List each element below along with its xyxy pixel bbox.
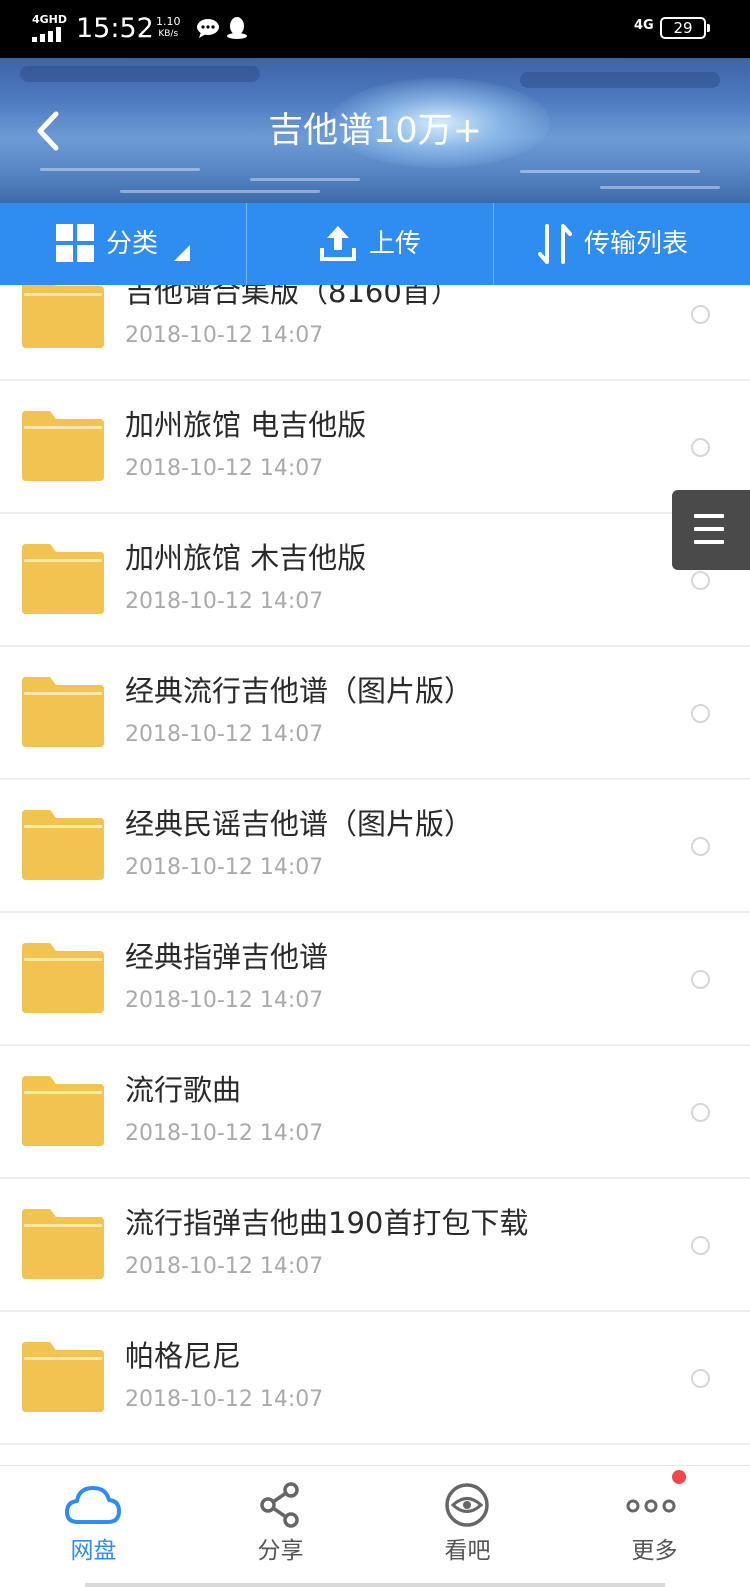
share-icon	[260, 1482, 299, 1528]
nav-watch[interactable]: 看吧	[374, 1466, 561, 1587]
file-date: 2018-10-12 14:07	[125, 456, 324, 481]
file-date: 2018-10-12 14:07	[125, 1387, 324, 1412]
status-bar: 4GHD 15:52 1.10 KB/s 4G 29	[0, 0, 750, 58]
file-date: 2018-10-12 14:07	[125, 988, 324, 1013]
file-name: 经典民谣吉他谱（图片版）	[125, 807, 474, 841]
upload-icon	[320, 226, 356, 261]
list-item[interactable]: 流行歌曲 2018-10-12 14:07	[0, 1046, 750, 1179]
floating-menu-button[interactable]	[672, 490, 750, 570]
select-radio[interactable]	[691, 704, 710, 723]
nav-share[interactable]: 分享	[187, 1466, 374, 1587]
folder-icon	[22, 411, 104, 481]
cloud-icon	[65, 1486, 121, 1524]
file-date: 2018-10-12 14:07	[125, 589, 324, 614]
file-date: 2018-10-12 14:07	[125, 1121, 324, 1146]
folder-icon	[22, 1342, 104, 1412]
list-item[interactable]: 加州旅馆 木吉他版 2018-10-12 14:07	[0, 514, 750, 647]
list-item[interactable]: 流行指弹吉他曲190首打包下载 2018-10-12 14:07	[0, 1179, 750, 1312]
list-item[interactable]: 加州旅馆 电吉他版 2018-10-12 14:07	[0, 381, 750, 514]
folder-icon	[22, 1076, 104, 1146]
file-date: 2018-10-12 14:07	[125, 722, 324, 747]
folder-icon	[22, 810, 104, 880]
signal-type: 4GHD	[32, 13, 68, 26]
network-speed: 1.10 KB/s	[156, 15, 181, 40]
nav-more[interactable]: 更多	[561, 1466, 748, 1587]
category-button[interactable]: 分类	[0, 203, 246, 285]
transfer-list-button[interactable]: 传输列表	[494, 203, 750, 285]
select-radio[interactable]	[691, 571, 710, 590]
message-icon	[197, 19, 219, 38]
more-icon	[626, 1499, 676, 1513]
category-label: 分类	[106, 229, 159, 259]
file-name: 加州旅馆 木吉他版	[125, 541, 367, 575]
transfer-icon	[538, 224, 572, 264]
list-item[interactable]: 经典民谣吉他谱（图片版） 2018-10-12 14:07	[0, 780, 750, 913]
clock: 15:52	[76, 13, 154, 44]
file-date: 2018-10-12 14:07	[125, 323, 324, 348]
select-radio[interactable]	[691, 438, 710, 457]
transfer-label: 传输列表	[584, 229, 689, 259]
folder-icon	[22, 943, 104, 1013]
qq-icon	[227, 17, 247, 39]
select-radio[interactable]	[691, 1103, 710, 1122]
file-name: 经典指弹吉他谱	[125, 940, 329, 974]
nav-label: 分享	[257, 1538, 304, 1564]
eye-icon	[445, 1483, 489, 1527]
network-type: 4G	[634, 18, 654, 33]
upload-label: 上传	[369, 229, 422, 259]
folder-icon	[22, 544, 104, 614]
file-name: 流行歌曲	[125, 1073, 242, 1107]
file-name: 经典流行吉他谱（图片版）	[125, 674, 474, 708]
select-radio[interactable]	[691, 1369, 710, 1388]
notification-badge	[672, 1470, 686, 1484]
select-radio[interactable]	[691, 305, 710, 324]
list-item[interactable]: 经典指弹吉他谱 2018-10-12 14:07	[0, 913, 750, 1046]
menu-icon	[694, 514, 724, 518]
folder-icon	[22, 285, 104, 348]
file-list: 吉他谱合集版（8160首） 2018-10-12 14:07 加州旅馆 电吉他版…	[0, 285, 750, 1465]
nav-label: 网盘	[70, 1538, 117, 1564]
toolbar: 分类 上传 传输列表	[0, 203, 750, 285]
grid-icon	[56, 224, 94, 262]
select-radio[interactable]	[691, 837, 710, 856]
file-date: 2018-10-12 14:07	[125, 1254, 324, 1279]
file-name: 吉他谱合集版（8160首）	[125, 285, 460, 309]
select-radio[interactable]	[691, 970, 710, 989]
file-date: 2018-10-12 14:07	[125, 855, 324, 880]
select-radio[interactable]	[691, 1236, 710, 1255]
header-banner: 吉他谱10万+	[0, 58, 750, 203]
folder-icon	[22, 1209, 104, 1279]
page-title: 吉他谱10万+	[268, 111, 482, 151]
list-item[interactable]: 经典流行吉他谱（图片版） 2018-10-12 14:07	[0, 647, 750, 780]
home-indicator	[85, 1583, 665, 1587]
nav-label: 看吧	[444, 1538, 491, 1564]
file-name: 流行指弹吉他曲190首打包下载	[125, 1206, 529, 1240]
nav-cloud-disk[interactable]: 网盘	[0, 1466, 187, 1587]
file-name: 帕格尼尼	[125, 1339, 242, 1373]
bottom-nav: 网盘 分享 看吧 更多	[0, 1465, 750, 1587]
nav-label: 更多	[631, 1538, 678, 1564]
list-item[interactable]: 吉他谱合集版（8160首） 2018-10-12 14:07	[0, 285, 750, 381]
list-item[interactable]: 帕格尼尼 2018-10-12 14:07	[0, 1312, 750, 1445]
upload-button[interactable]: 上传	[247, 203, 493, 285]
battery-icon: 29	[660, 17, 710, 39]
dropdown-icon	[174, 245, 190, 261]
folder-icon	[22, 677, 104, 747]
signal-icon	[32, 26, 68, 42]
file-name: 加州旅馆 电吉他版	[125, 408, 367, 442]
